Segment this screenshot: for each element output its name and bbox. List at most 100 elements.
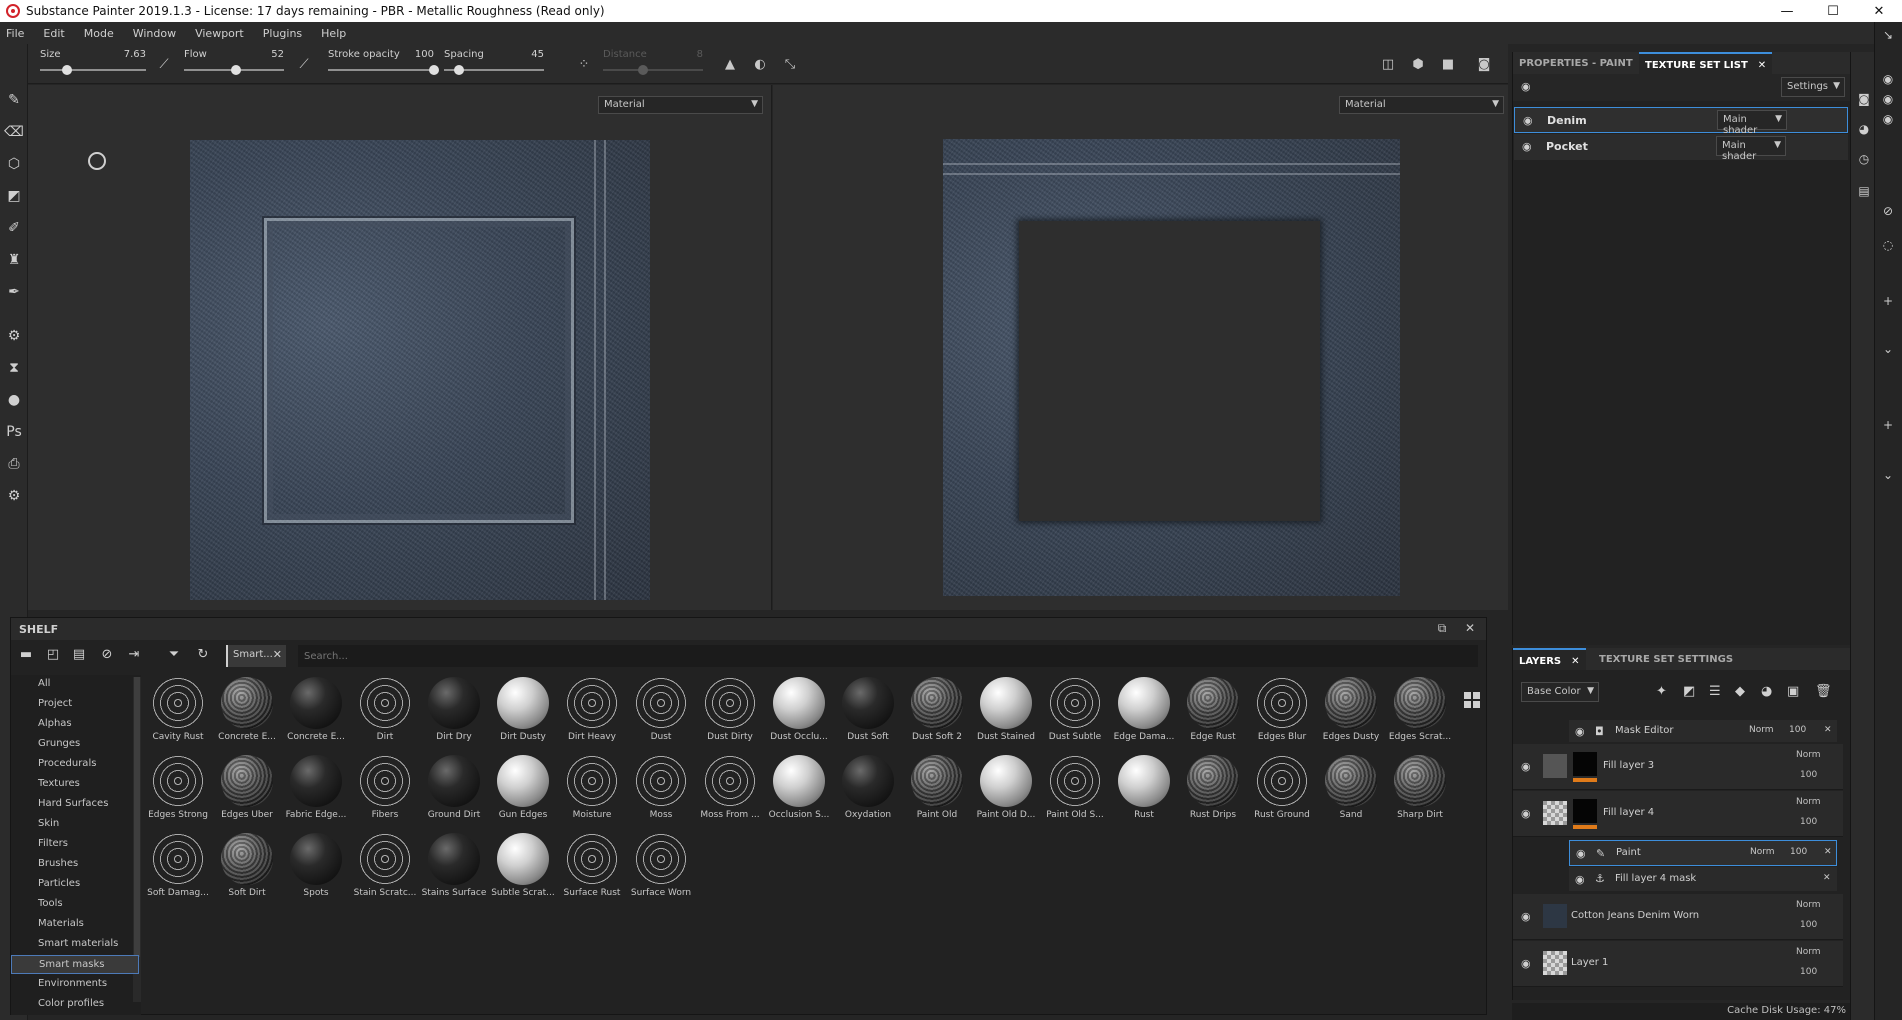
shelf-asset[interactable]: Oxydation — [835, 753, 901, 829]
shelf-asset[interactable]: Ground Dirt — [421, 753, 487, 829]
filter-icon[interactable]: ⏷ — [164, 647, 184, 665]
eye-icon[interactable]: ◉ — [1879, 112, 1897, 130]
eye-icon[interactable]: ◉ — [1521, 910, 1537, 923]
lazy-mouse-icon[interactable]: ⁘ — [574, 54, 594, 74]
layer-1[interactable]: ◉ Layer 1 Norm 100 — [1513, 941, 1843, 987]
opacity-value[interactable]: 100 — [1790, 847, 1807, 857]
shelf-asset[interactable]: Fibers — [352, 753, 418, 829]
shelf-category-brushes[interactable]: Brushes — [11, 855, 139, 874]
paint-brush-icon[interactable]: ✎ — [4, 90, 24, 110]
shelf-asset[interactable]: Dust — [628, 675, 694, 751]
camera-icon[interactable]: ■ — [1438, 54, 1458, 74]
shelf-asset[interactable]: Dust Subtle — [1042, 675, 1108, 751]
shelf-category-skin[interactable]: Skin — [11, 815, 139, 834]
shelf-category-alphas[interactable]: Alphas — [11, 715, 139, 734]
shelf-asset[interactable]: Concrete E... — [283, 675, 349, 751]
pin-icon[interactable]: ⊘ — [1879, 204, 1897, 222]
close-tab-icon[interactable]: ✕ — [1758, 60, 1766, 71]
channel-dropdown[interactable]: Base Color ▼ — [1521, 682, 1599, 702]
close-icon[interactable]: ✕ — [1824, 847, 1832, 857]
shelf-category-particles[interactable]: Particles — [11, 875, 139, 894]
link-icon[interactable]: ◌ — [1879, 238, 1897, 256]
photoshop-icon[interactable]: Ps — [4, 422, 24, 442]
shelf-category-procedurals[interactable]: Procedurals — [11, 755, 139, 774]
add-fill-layer-icon[interactable]: ◆ — [1735, 684, 1745, 699]
blend-mode[interactable]: Norm — [1749, 725, 1774, 735]
close-shelf-icon[interactable]: ✕ — [1462, 621, 1478, 637]
eye-icon[interactable]: ◉ — [1575, 725, 1591, 738]
shelf-category-smart-materials[interactable]: Smart materials — [11, 935, 139, 954]
active-filter-chip[interactable]: Smart... ✕ — [226, 645, 286, 667]
shelf-asset[interactable]: Edge Rust — [1180, 675, 1246, 751]
hourglass-icon[interactable]: ⧗ — [4, 358, 24, 378]
uv-texture-map[interactable] — [943, 139, 1400, 596]
eye-icon[interactable]: ◉ — [1523, 114, 1539, 127]
tab-texture-set-settings[interactable]: TEXTURE SET SETTINGS — [1593, 648, 1739, 670]
shelf-category-filters[interactable]: Filters — [11, 835, 139, 854]
shelf-asset[interactable]: Edges Scrat... — [1387, 675, 1453, 751]
transform-icon[interactable]: ⤡ — [780, 54, 800, 74]
viewport-3d-material-select[interactable]: Material ▼ — [598, 96, 763, 114]
eye-icon[interactable]: ◉ — [1879, 92, 1897, 110]
shelf-search-input[interactable] — [298, 645, 1478, 667]
folder-icon[interactable]: ▬ — [16, 647, 36, 665]
display-settings-icon[interactable]: ◙ — [1855, 92, 1873, 110]
plus-icon[interactable]: + — [1879, 294, 1897, 312]
menu-window[interactable]: Window — [133, 27, 176, 40]
shelf-asset[interactable]: Paint Old D... — [973, 753, 1039, 829]
flow-slider-handle[interactable] — [231, 65, 241, 75]
shader-dropdown-pocket[interactable]: Main shader ▼ — [1716, 136, 1786, 162]
shelf-asset[interactable]: Dirt — [352, 675, 418, 751]
shelf-asset[interactable]: Rust Drips — [1180, 753, 1246, 829]
delete-layer-icon[interactable]: 🗑 — [1815, 684, 1832, 699]
add-layer-icon[interactable]: ☰ — [1709, 684, 1721, 699]
menu-mode[interactable]: Mode — [84, 27, 114, 40]
export-icon[interactable]: ⎙ — [4, 454, 24, 474]
viewport-2d-material-select[interactable]: Material ▼ — [1339, 96, 1504, 114]
screenshot-icon[interactable]: ◙ — [1474, 54, 1494, 74]
stroke-opacity-value[interactable]: 100 — [415, 49, 434, 60]
new-preset-icon[interactable]: ◰ — [43, 647, 63, 665]
float-panel-icon[interactable]: ⧉ — [1434, 621, 1450, 637]
shelf-asset[interactable]: Dust Occlu... — [766, 675, 832, 751]
remove-filter-icon[interactable]: ✕ — [273, 648, 282, 661]
shelf-asset[interactable]: Edges Blur — [1249, 675, 1315, 751]
projection-icon[interactable]: ⬡ — [4, 154, 24, 174]
menu-help[interactable]: Help — [321, 27, 346, 40]
shelf-asset[interactable]: Edges Uber — [214, 753, 280, 829]
blend-mode[interactable]: Norm — [1750, 847, 1775, 857]
close-button[interactable]: ✕ — [1856, 0, 1902, 22]
refresh-icon[interactable]: ↻ — [193, 647, 213, 665]
fill-layer-4-mask-row[interactable]: ◉ ⚓ Fill layer 4 mask ✕ — [1569, 867, 1837, 891]
size-slider[interactable]: Size 7.63 — [40, 49, 146, 79]
tab-properties-paint[interactable]: PROPERTIES - PAINT — [1513, 52, 1639, 74]
mask-editor-row[interactable]: ◉ ◘ Mask Editor Norm 100 ✕ — [1569, 720, 1837, 742]
opacity-value[interactable]: 100 — [1800, 770, 1817, 780]
hide-icon[interactable]: ⊘ — [97, 647, 117, 665]
shelf-asset[interactable]: Dust Soft — [835, 675, 901, 751]
shelf-asset[interactable]: Dirt Heavy — [559, 675, 625, 751]
shelf-asset[interactable]: Sand — [1318, 753, 1384, 829]
opacity-value[interactable]: 100 — [1800, 967, 1817, 977]
shelf-asset[interactable]: Dirt Dusty — [490, 675, 556, 751]
shelf-asset[interactable]: Paint Old S... — [1042, 753, 1108, 829]
size-slider-handle[interactable] — [61, 65, 72, 75]
shelf-asset[interactable]: Moisture — [559, 753, 625, 829]
shelf-asset[interactable]: Dust Soft 2 — [904, 675, 970, 751]
menu-viewport[interactable]: Viewport — [195, 27, 244, 40]
shelf-asset[interactable]: Subtle Scrat... — [490, 831, 556, 907]
shelf-asset[interactable]: Sharp Dirt — [1387, 753, 1453, 829]
shelf-category-tools[interactable]: Tools — [11, 895, 139, 914]
size-value[interactable]: 7.63 — [124, 49, 146, 60]
add-smart-material-icon[interactable]: ◕ — [1761, 684, 1772, 699]
eye-icon[interactable]: ◉ — [1521, 760, 1537, 773]
shelf-asset[interactable]: Stain Scratc... — [352, 831, 418, 907]
shelf-asset[interactable]: Fabric Edge... — [283, 753, 349, 829]
close-icon[interactable]: ✕ — [1824, 725, 1832, 735]
blend-mode[interactable]: Norm — [1796, 900, 1821, 910]
texture-set-pocket[interactable]: ◉ Pocket Main shader ▼ — [1514, 134, 1848, 162]
shelf-category-materials[interactable]: Materials — [11, 915, 139, 934]
flow-value[interactable]: 52 — [271, 49, 284, 60]
add-effect-icon[interactable]: ✦ — [1656, 684, 1667, 699]
chevron-down-icon[interactable]: ⌄ — [1879, 342, 1897, 360]
